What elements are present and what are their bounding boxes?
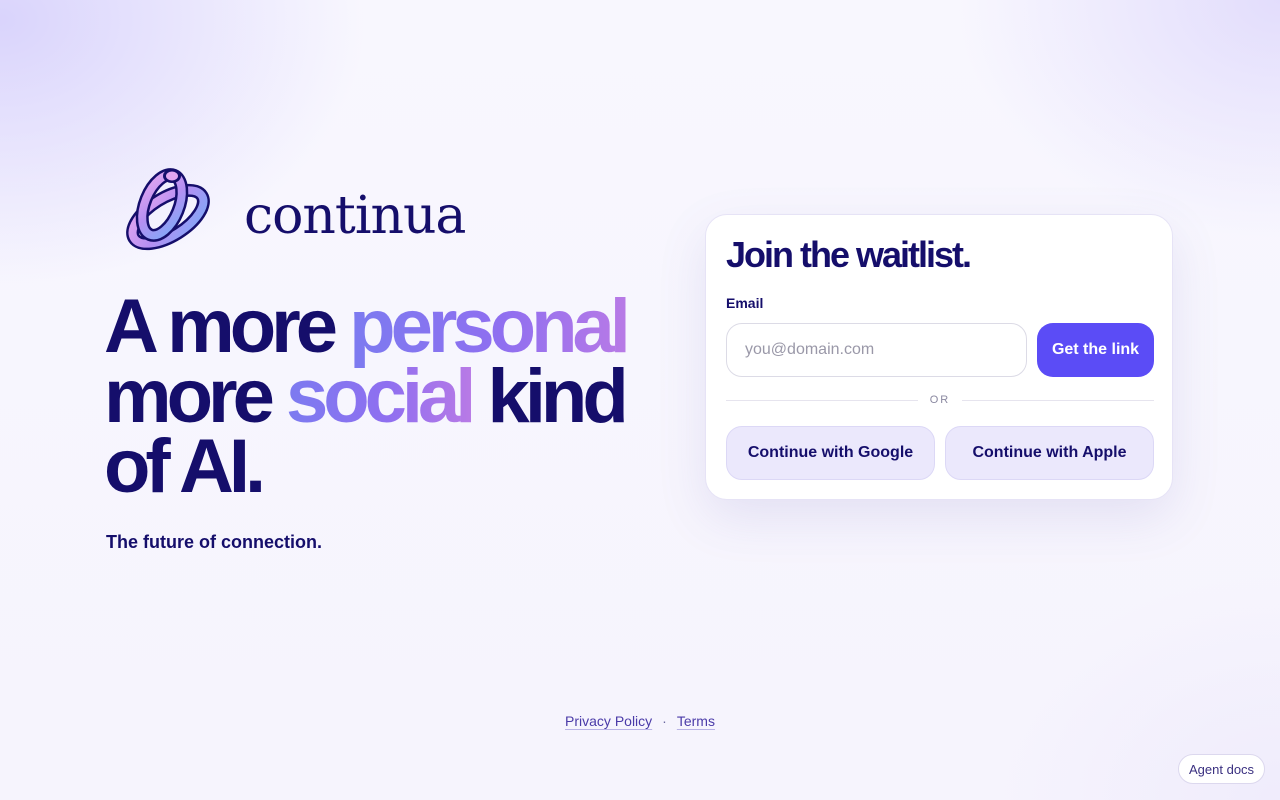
or-divider: OR <box>726 394 1154 406</box>
waitlist-title: Join the waitlist. <box>726 234 972 275</box>
brand-wordmark: continua <box>244 186 466 246</box>
get-the-link-button[interactable]: Get the link <box>1037 323 1154 377</box>
email-input[interactable] <box>726 323 1027 377</box>
agent-docs-button[interactable]: Agent docs <box>1178 754 1266 784</box>
hero-text: of AI. <box>104 424 266 509</box>
knot-snake-icon <box>126 168 210 251</box>
brand-logo: continua <box>120 165 466 265</box>
hero-text: kind <box>471 354 629 439</box>
divider-line <box>726 399 918 401</box>
or-text: OR <box>929 394 951 406</box>
email-label: Email <box>726 295 764 311</box>
continue-with-google-button[interactable]: Continue with Google <box>726 426 935 480</box>
tagline: The future of connection. <box>106 532 322 552</box>
footer-separator: · <box>662 713 667 729</box>
hero-highlight-social: social <box>285 354 476 439</box>
privacy-policy-link[interactable]: Privacy Policy <box>565 713 652 729</box>
divider-line <box>962 399 1154 401</box>
terms-link[interactable]: Terms <box>677 713 715 729</box>
hero-headline: A more personal more social kind of AI. <box>104 289 664 505</box>
waitlist-card: Join the waitlist. Email Get the link OR… <box>705 214 1173 500</box>
continue-with-apple-button[interactable]: Continue with Apple <box>945 426 1154 480</box>
footer: Privacy Policy · Terms <box>0 713 1280 729</box>
